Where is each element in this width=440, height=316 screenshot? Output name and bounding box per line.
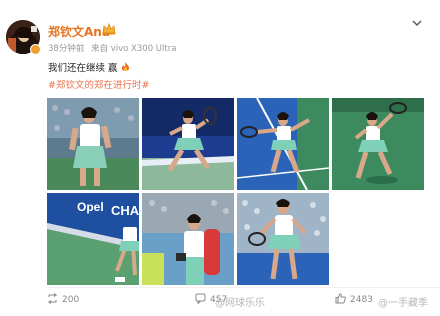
repost-icon	[47, 293, 58, 304]
watermark-right: @一手藏季	[378, 298, 428, 309]
repost-button[interactable]: 200	[47, 293, 79, 309]
verified-badge-icon	[30, 44, 41, 55]
comment-icon	[195, 293, 206, 305]
like-count: 2483	[350, 295, 373, 305]
post-text-content: 我们还在继续 赢	[48, 63, 118, 74]
crown-icon	[102, 23, 116, 35]
thumbs-up-icon	[335, 293, 346, 304]
svg-text:Opel: Opel	[77, 200, 104, 214]
photo-6[interactable]	[142, 193, 234, 285]
fire-icon	[121, 62, 129, 71]
photo-1[interactable]	[47, 98, 139, 190]
topic-link[interactable]: #郑钦文的郑在进行时#	[48, 77, 149, 91]
photo-3[interactable]	[237, 98, 329, 190]
action-divider	[46, 287, 440, 288]
photo-2[interactable]	[142, 98, 234, 190]
chevron-down-icon[interactable]	[411, 18, 423, 28]
repost-count: 200	[62, 295, 80, 305]
post-meta: 38分钟前 来自 vivo X300 Ultra	[48, 42, 180, 54]
photo-5[interactable]: Opel CHA	[47, 193, 139, 285]
weibo-post: 郑钦文Ana 38分钟前 来自 vivo X300 Ultra 我们还在继续 赢…	[0, 0, 440, 316]
post-text: 我们还在继续 赢	[48, 60, 130, 74]
post-source: 来自 vivo X300 Ultra	[91, 44, 177, 54]
photo-4[interactable]	[332, 98, 424, 190]
watermark-left: @网球乐乐	[215, 298, 265, 309]
photo-7[interactable]	[237, 193, 329, 285]
post-time: 38分钟前	[48, 44, 85, 54]
like-button[interactable]: 2483	[335, 293, 373, 309]
svg-text:CHA: CHA	[111, 203, 139, 218]
author-name[interactable]: 郑钦文Ana	[48, 23, 110, 40]
